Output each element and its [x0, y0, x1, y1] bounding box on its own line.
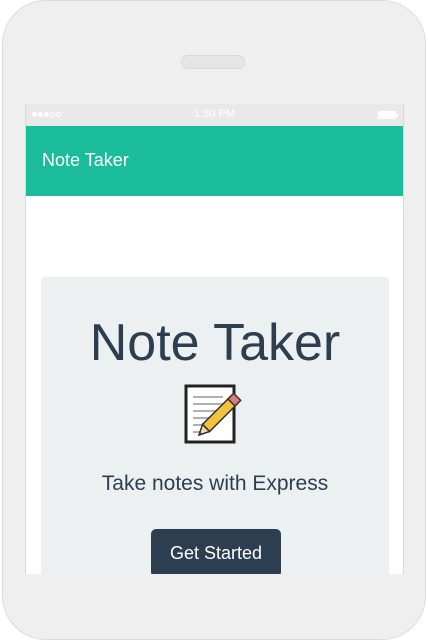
memo-icon [184, 384, 242, 444]
page-title: Note Taker [89, 314, 341, 372]
tagline: Take notes with Express [101, 472, 329, 495]
phone-frame: 1:30 PM Note Taker Note Taker Take notes… [0, 0, 428, 640]
battery-icon [378, 111, 398, 119]
navbar-brand[interactable]: Note Taker [42, 150, 129, 171]
phone-speaker [181, 55, 245, 69]
jumbotron: Note Taker Take notes with Express Get S… [41, 277, 389, 574]
navbar: Note Taker [26, 126, 403, 196]
status-time: 1:30 PM [194, 108, 235, 120]
status-bar: 1:30 PM [26, 104, 403, 126]
phone-screen: 1:30 PM Note Taker Note Taker Take notes… [25, 104, 404, 574]
get-started-button[interactable]: Get Started [151, 529, 281, 574]
